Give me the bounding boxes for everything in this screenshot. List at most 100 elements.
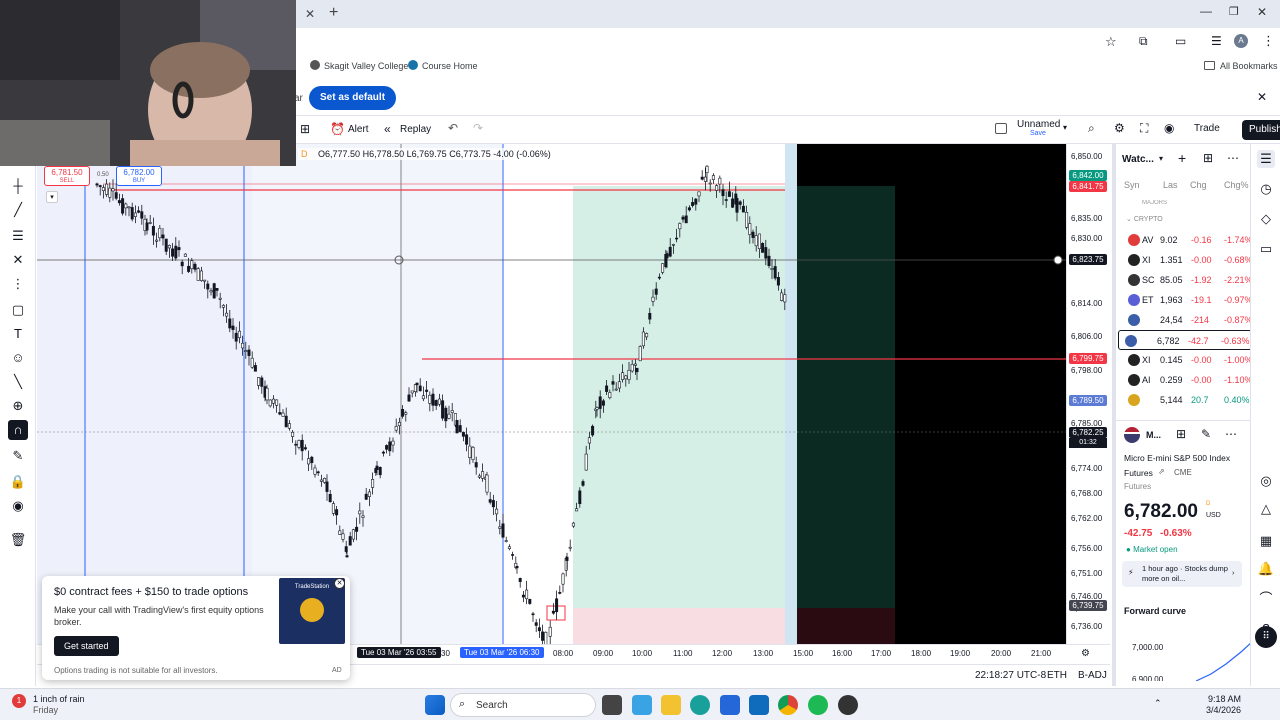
quick-search-icon[interactable]: ⌕ — [1088, 121, 1095, 136]
browser-menu-icon[interactable]: ⋮ — [1262, 33, 1275, 49]
add-symbol-icon[interactable]: + — [1178, 150, 1186, 166]
column-chg[interactable]: Chg — [1190, 180, 1207, 190]
collapse-chevron-icon[interactable]: ▾ — [46, 191, 58, 203]
outlook-icon[interactable] — [749, 695, 769, 715]
undo-icon[interactable]: ↶ — [448, 121, 458, 135]
taskbar-date[interactable]: 3/4/2026 — [1206, 705, 1241, 715]
layouts-icon[interactable]: ⊞ — [300, 122, 310, 136]
target-icon[interactable]: ◎ — [1257, 472, 1275, 490]
chat-icon[interactable]: ▭ — [1257, 240, 1275, 258]
pattern-icon[interactable]: ✕ — [8, 250, 28, 270]
settings-icon[interactable]: ⚙ — [1114, 121, 1125, 135]
get-started-button[interactable]: Get started — [54, 636, 119, 656]
window-close-icon[interactable]: ✕ — [1257, 5, 1267, 19]
infobar-close-icon[interactable]: ✕ — [1257, 90, 1267, 104]
widgets-icon[interactable] — [632, 695, 652, 715]
layout-name[interactable]: Unnamed — [1017, 119, 1060, 130]
emoji-icon[interactable]: ☺ — [8, 348, 28, 368]
eye-icon[interactable]: ◉ — [8, 496, 28, 516]
crosshair-icon[interactable]: ┼ — [8, 176, 28, 196]
weather-icon[interactable]: 1 — [12, 694, 26, 708]
apps-icon[interactable]: ⠿ — [1255, 626, 1277, 648]
menu-list-icon[interactable]: ☰ — [1211, 34, 1222, 48]
taskbar-search[interactable]: ⌕ Search — [450, 693, 596, 717]
detail-symbol[interactable]: M... — [1146, 430, 1161, 440]
watchlist-row[interactable]: 5,144 20.7 0.40% — [1122, 390, 1254, 410]
watchlist-row[interactable]: SC 85.05 -1.92 -2.21% — [1122, 270, 1254, 290]
alerts-clock-icon[interactable]: ◷ — [1257, 180, 1275, 198]
more-icon[interactable]: ⋯ — [1225, 427, 1237, 441]
bookmark-course-home[interactable]: Course Home — [422, 61, 478, 71]
fib-icon[interactable]: ☰ — [8, 226, 28, 246]
forecast-icon[interactable]: ⋮ — [8, 274, 28, 294]
bookmark-star-icon[interactable]: ☆ — [1105, 34, 1117, 50]
set-default-button[interactable]: Set as default — [309, 86, 397, 110]
replay-icon[interactable]: « — [384, 122, 391, 136]
time-settings-icon[interactable]: ⚙ — [1081, 648, 1090, 659]
session-eth[interactable]: ETH — [1047, 670, 1067, 681]
recorder-icon[interactable] — [838, 695, 858, 715]
notifications-icon[interactable]: 🔔 — [1257, 560, 1275, 578]
watchlist-row[interactable]: 6,782 -42.7 -0.63% — [1118, 330, 1252, 350]
task-view-icon[interactable] — [602, 695, 622, 715]
column-last[interactable]: Las — [1163, 180, 1178, 190]
alert-icon[interactable]: ⏰ — [330, 122, 345, 136]
zoom-icon[interactable]: ⊕ — [8, 396, 28, 416]
profile-avatar[interactable]: A — [1234, 34, 1248, 48]
chevron-down-icon[interactable]: ▾ — [1063, 123, 1067, 132]
more-icon[interactable]: ⋯ — [1227, 151, 1239, 165]
layers-icon[interactable]: ◇ — [1257, 210, 1275, 228]
all-bookmarks[interactable]: All Bookmarks — [1220, 61, 1278, 71]
file-explorer-icon[interactable] — [661, 695, 681, 715]
extensions-icon[interactable]: ⧉ — [1139, 34, 1148, 49]
spotify-icon[interactable] — [808, 695, 828, 715]
calendar-icon[interactable]: ▦ — [1257, 532, 1275, 550]
restore-icon[interactable]: ❐ — [1229, 5, 1239, 18]
edge-icon[interactable] — [690, 695, 710, 715]
column-symbol[interactable]: Syn — [1124, 180, 1140, 190]
chrome-icon[interactable] — [778, 695, 798, 715]
watchlist-row[interactable]: 24,54 -214 -0.87% — [1122, 310, 1254, 330]
news-item[interactable]: ⚡ 1 hour ago · Stocks dump more on oil..… — [1122, 561, 1242, 587]
ruler-icon[interactable]: ╲ — [8, 372, 28, 392]
shapes-icon[interactable]: ▢ — [8, 300, 28, 320]
snapshot-icon[interactable]: ◉ — [1164, 121, 1174, 135]
replay-button[interactable]: Replay — [400, 124, 431, 135]
session-clock[interactable]: 22:18:27 UTC-8 — [975, 670, 1046, 681]
store-icon[interactable] — [720, 695, 740, 715]
external-link-icon[interactable]: ⇗ — [1158, 467, 1165, 476]
column-chg-pct[interactable]: Chg% — [1224, 180, 1249, 190]
redo-icon[interactable]: ↷ — [473, 121, 483, 135]
watchlist-icon[interactable]: ☰ — [1257, 150, 1275, 168]
layout-checkbox[interactable] — [995, 123, 1007, 134]
trend-line-icon[interactable]: ╱ — [8, 200, 28, 220]
new-tab-icon[interactable]: + — [329, 4, 338, 22]
sell-button[interactable]: 6,781.50 SELL — [44, 166, 90, 186]
weather-text[interactable]: 1 inch of rain — [33, 694, 85, 704]
price-axis[interactable]: 6,850.00 6,835.00 6,830.00 6,814.00 6,806.00… — [1066, 144, 1110, 664]
trash-icon[interactable]: 🗑 — [8, 530, 28, 550]
minimize-icon[interactable]: — — [1200, 4, 1212, 18]
publish-button[interactable]: Publish — [1242, 120, 1280, 140]
stream-icon[interactable]: ⌒ — [1257, 590, 1275, 608]
trade-button[interactable]: Trade — [1194, 123, 1220, 134]
watchlist-title[interactable]: Watc... — [1122, 154, 1154, 165]
close-tab-icon[interactable]: ✕ — [305, 7, 315, 21]
lock-icon[interactable]: 🔒 — [8, 472, 28, 492]
watchlist-row[interactable]: XI 0.145 -0.00 -1.00% — [1122, 350, 1254, 370]
edit-icon[interactable]: ✎ — [1201, 427, 1211, 441]
section-header-crypto[interactable]: ⌄ CRYPTO — [1126, 215, 1163, 223]
watchlist-row[interactable]: AI 0.259 -0.00 -1.10% — [1122, 370, 1254, 390]
buy-button[interactable]: 6,782.00 BUY — [116, 166, 162, 186]
back-adjust[interactable]: B-ADJ — [1078, 670, 1107, 681]
magnet-icon[interactable]: ∩ — [8, 420, 28, 440]
fullscreen-icon[interactable]: ⛶ — [1140, 121, 1148, 136]
grid-view-icon[interactable]: ⊞ — [1176, 427, 1186, 441]
ideas-icon[interactable]: △ — [1257, 500, 1275, 518]
windows-start-icon[interactable] — [425, 695, 445, 715]
lock-drawings-icon[interactable]: ✎ — [8, 446, 28, 466]
chevron-down-icon[interactable]: ▾ — [1159, 154, 1163, 163]
cast-icon[interactable]: ▭ — [1175, 34, 1186, 48]
taskbar-time[interactable]: 9:18 AM — [1208, 694, 1241, 704]
watchlist-row[interactable]: ET 1,963 -19.1 -0.97% — [1122, 290, 1254, 310]
